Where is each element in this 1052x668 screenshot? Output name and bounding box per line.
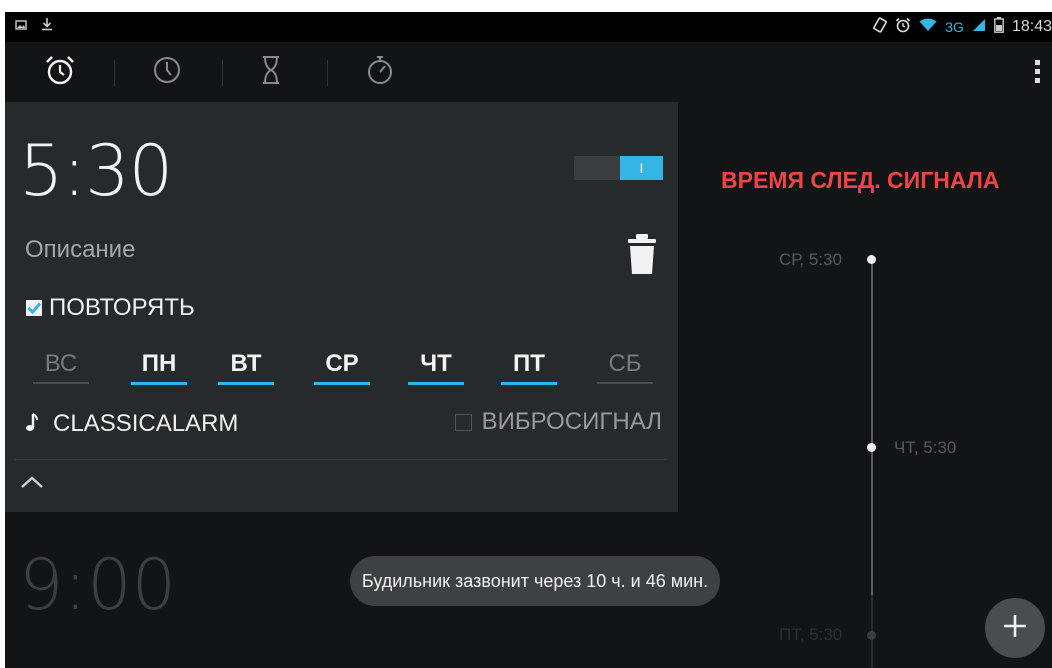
chevron-up-icon <box>19 476 45 496</box>
day-toggle-sat[interactable]: СБ <box>597 350 653 384</box>
status-time: 18:43 <box>1011 18 1052 35</box>
music-note-icon <box>25 412 39 437</box>
collapse-button[interactable] <box>19 472 45 492</box>
day-toggle-mon[interactable]: ПН <box>131 350 187 385</box>
rotate-icon <box>873 17 888 37</box>
add-alarm-button[interactable] <box>985 598 1045 658</box>
stopwatch-icon <box>365 54 395 91</box>
alarm-icon <box>895 17 911 37</box>
toast-message: Будильник зазвонит через 10 ч. и 46 мин. <box>350 556 720 606</box>
alarm-screen: 3G 18:43 5:30 I Описание ПОВТОРЯТЬ ВС ПН… <box>5 12 1052 668</box>
hourglass-icon <box>260 55 282 90</box>
alarm-tab[interactable] <box>38 52 82 92</box>
timer-tab[interactable] <box>249 52 293 92</box>
alarm-time-collapsed[interactable]: 9:00 <box>19 544 176 626</box>
download-icon <box>41 17 53 35</box>
timeline-line <box>871 260 873 595</box>
stopwatch-tab[interactable] <box>358 52 402 92</box>
vibrate-row[interactable]: ВИБРОСИГНАЛ <box>454 408 662 436</box>
weekday-selector: ВС ПН ВТ СР ЧТ ПТ СБ <box>33 350 653 390</box>
ringtone-label: CLASSICALARM <box>53 410 239 437</box>
vibrate-checkbox[interactable] <box>454 413 472 431</box>
day-toggle-wed[interactable]: СР <box>314 350 370 385</box>
battery-icon <box>994 17 1004 37</box>
alarm-clock-icon <box>44 54 76 91</box>
day-toggle-fri[interactable]: ПТ <box>501 350 557 385</box>
timeline-dot <box>867 443 876 452</box>
delete-alarm-button[interactable] <box>625 232 659 276</box>
timeline-label: ЧТ, 5:30 <box>894 438 957 457</box>
repeat-row[interactable]: ПОВТОРЯТЬ <box>25 294 195 322</box>
ringtone-picker[interactable]: CLASSICALARM <box>25 410 238 438</box>
timeline-dot <box>867 255 876 264</box>
alarm-card-expanded: 5:30 I Описание ПОВТОРЯТЬ ВС ПН ВТ СР ЧТ… <box>5 102 678 512</box>
tab-bar <box>5 42 1052 102</box>
next-alarm-title: ВРЕМЯ СЛЕД. СИГНАЛА <box>721 167 1000 193</box>
trash-icon <box>625 234 659 280</box>
timeline-label: ПТ, 5:30 <box>779 625 843 644</box>
repeat-checkbox[interactable] <box>25 299 43 317</box>
plus-icon <box>1001 612 1029 645</box>
alarm-toggle[interactable]: I <box>574 156 663 180</box>
network-type-label: 3G <box>945 19 964 35</box>
card-divider <box>15 459 667 460</box>
day-toggle-tue[interactable]: ВТ <box>218 350 274 385</box>
vibrate-label: ВИБРОСИГНАЛ <box>481 408 662 435</box>
image-icon <box>15 18 27 35</box>
timeline-dot <box>867 631 876 640</box>
overflow-menu-icon[interactable] <box>1035 60 1040 83</box>
clock-tab[interactable] <box>145 52 189 92</box>
alarm-toggle-thumb: I <box>620 156 663 180</box>
clock-icon <box>152 55 182 90</box>
status-bar: 3G 18:43 <box>5 12 1052 42</box>
day-toggle-thu[interactable]: ЧТ <box>408 350 464 385</box>
wifi-icon <box>919 18 937 36</box>
repeat-label: ПОВТОРЯТЬ <box>49 294 195 321</box>
timeline-label: СР, 5:30 <box>779 250 842 269</box>
day-toggle-sun[interactable]: ВС <box>33 350 89 384</box>
description-field[interactable]: Описание <box>25 236 135 264</box>
signal-icon <box>972 18 986 36</box>
alarm-time[interactable]: 5:30 <box>19 130 173 212</box>
